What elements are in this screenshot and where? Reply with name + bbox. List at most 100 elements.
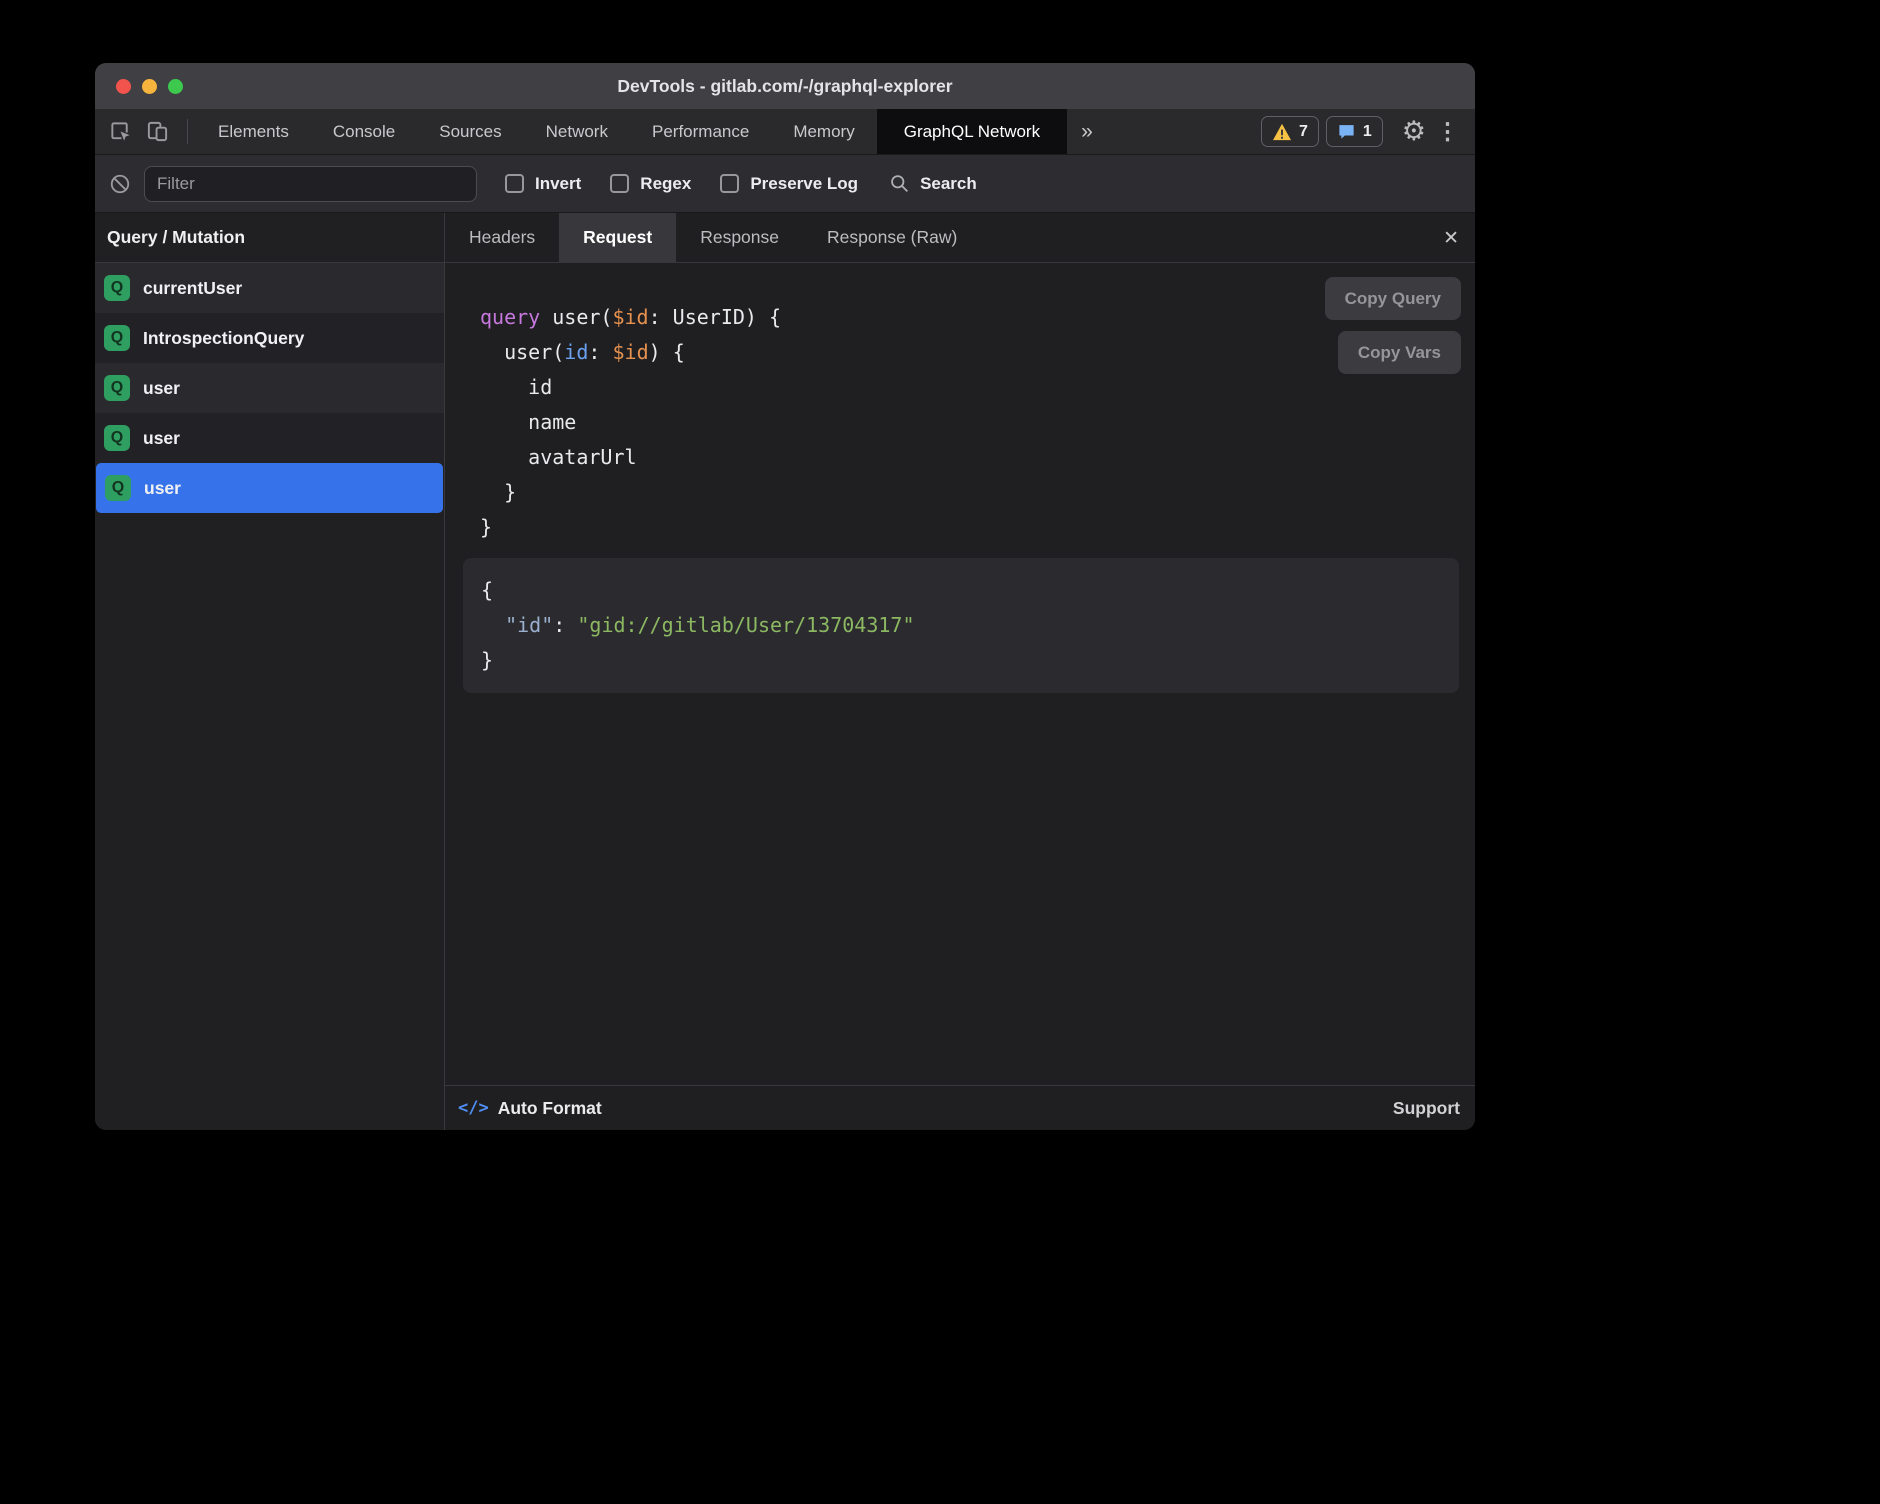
- warnings-badge[interactable]: 7: [1261, 116, 1319, 147]
- device-toolbar-icon[interactable]: [146, 120, 169, 143]
- code-token: :: [553, 613, 577, 637]
- detail-tab-response-raw[interactable]: Response (Raw): [803, 213, 981, 262]
- code-line: "id": "gid://gitlab/User/13704317": [481, 608, 1441, 643]
- query-list-panel: Query / Mutation QcurrentUserQIntrospect…: [95, 213, 445, 1130]
- zoom-window-button[interactable]: [168, 79, 183, 94]
- query-name: user: [144, 478, 181, 499]
- tab-network[interactable]: Network: [524, 109, 630, 154]
- query-list-item[interactable]: Quser: [95, 413, 444, 463]
- detail-tabs: HeadersRequestResponseResponse (Raw): [445, 213, 981, 262]
- code-line: avatarUrl: [480, 440, 781, 475]
- settings-gear-icon[interactable]: ⚙: [1402, 118, 1426, 145]
- checkbox-invert[interactable]: Invert: [505, 174, 581, 194]
- query-type-icon: Q: [104, 275, 130, 301]
- query-list-item[interactable]: QcurrentUser: [95, 263, 444, 313]
- code-token: "gid://gitlab/User/13704317": [577, 613, 914, 637]
- code-token: $id: [612, 340, 648, 364]
- main-split: Query / Mutation QcurrentUserQIntrospect…: [95, 213, 1475, 1130]
- query-name: IntrospectionQuery: [143, 328, 304, 349]
- tab-graphql-network[interactable]: GraphQL Network: [877, 109, 1067, 154]
- auto-format-button[interactable]: </> Auto Format: [458, 1098, 602, 1119]
- tab-console[interactable]: Console: [311, 109, 417, 154]
- issues-badge[interactable]: 1: [1326, 116, 1383, 147]
- support-link[interactable]: Support: [1393, 1098, 1460, 1119]
- code-token: {: [481, 578, 493, 602]
- filter-toolbar: Invert Regex Preserve Log Search: [95, 155, 1475, 213]
- code-token: query: [480, 305, 552, 329]
- checkbox-label: Invert: [535, 174, 581, 194]
- code-line: }: [480, 510, 781, 545]
- code-line: id: [480, 370, 781, 405]
- tabbar-spacer: [1107, 109, 1261, 154]
- message-bubble-icon: [1337, 122, 1356, 141]
- checkbox-preserve-log[interactable]: Preserve Log: [720, 174, 858, 194]
- code-token: id: [480, 375, 552, 399]
- checkbox-box-icon[interactable]: [505, 174, 524, 193]
- filter-input[interactable]: [144, 166, 477, 202]
- tab-sources[interactable]: Sources: [417, 109, 523, 154]
- checkbox-label: Regex: [640, 174, 691, 194]
- query-list-header: Query / Mutation: [95, 213, 444, 263]
- query-list-item[interactable]: Q IntrospectionQuery: [95, 313, 444, 363]
- inspect-element-icon[interactable]: [109, 120, 132, 143]
- code-token: id: [564, 340, 588, 364]
- code-token: }: [480, 480, 516, 504]
- copy-query-button[interactable]: Copy Query: [1325, 277, 1461, 320]
- devtools-tabs: ElementsConsoleSourcesNetworkPerformance…: [196, 109, 1067, 154]
- query-variables-code: { "id": "gid://gitlab/User/13704317"}: [481, 573, 1441, 678]
- checkbox-regex[interactable]: Regex: [610, 174, 691, 194]
- minimize-window-button[interactable]: [142, 79, 157, 94]
- code-line: {: [481, 573, 1441, 608]
- code-token: :: [588, 340, 612, 364]
- traffic-lights: [116, 79, 183, 94]
- code-token: : UserID) {: [649, 305, 781, 329]
- code-icon: </>: [458, 1098, 489, 1118]
- search-label: Search: [920, 174, 977, 194]
- titlebar: DevTools - gitlab.com/-/graphql-explorer: [95, 63, 1475, 109]
- auto-format-label: Auto Format: [498, 1098, 602, 1119]
- query-type-icon: Q: [104, 375, 130, 401]
- checkbox-box-icon[interactable]: [610, 174, 629, 193]
- query-variables-box: { "id": "gid://gitlab/User/13704317"}: [463, 558, 1459, 693]
- more-options-icon[interactable]: ⋮: [1436, 120, 1459, 143]
- query-list: QcurrentUserQIntrospectionQueryQuserQuse…: [95, 263, 444, 513]
- query-type-icon: Q: [104, 425, 130, 451]
- search-icon: [889, 173, 910, 194]
- query-list-item[interactable]: Quser: [96, 463, 443, 513]
- detail-tab-request[interactable]: Request: [559, 213, 676, 262]
- close-icon[interactable]: ✕: [1443, 213, 1459, 263]
- checkbox-label: Preserve Log: [750, 174, 858, 194]
- clear-icon[interactable]: [109, 173, 131, 195]
- query-type-icon: Q: [105, 475, 131, 501]
- code-line: query user($id: UserID) {: [480, 300, 781, 335]
- query-name: currentUser: [143, 278, 242, 299]
- tab-performance[interactable]: Performance: [630, 109, 771, 154]
- code-line: user(id: $id) {: [480, 335, 781, 370]
- checkbox-box-icon[interactable]: [720, 174, 739, 193]
- code-token: }: [481, 648, 493, 672]
- tabbar-icons: [95, 109, 179, 154]
- tab-elements[interactable]: Elements: [196, 109, 311, 154]
- code-token: }: [480, 515, 492, 539]
- code-line: }: [480, 475, 781, 510]
- request-detail-panel: HeadersRequestResponseResponse (Raw) ✕ q…: [445, 213, 1475, 1130]
- close-window-button[interactable]: [116, 79, 131, 94]
- devtools-window: DevTools - gitlab.com/-/graphql-explorer…: [95, 63, 1475, 1130]
- query-name: user: [143, 378, 180, 399]
- search-toggle[interactable]: Search: [889, 173, 977, 194]
- request-content: query user($id: UserID) { user(id: $id) …: [445, 263, 1475, 1085]
- tab-memory[interactable]: Memory: [771, 109, 876, 154]
- copy-vars-button[interactable]: Copy Vars: [1338, 331, 1461, 374]
- query-type-icon: Q: [104, 325, 130, 351]
- detail-tab-headers[interactable]: Headers: [445, 213, 559, 262]
- more-tabs-icon[interactable]: »: [1067, 109, 1107, 154]
- query-list-item[interactable]: Quser: [95, 363, 444, 413]
- code-token: name: [480, 410, 576, 434]
- query-name: user: [143, 428, 180, 449]
- code-line: }: [481, 643, 1441, 678]
- divider: [187, 119, 188, 144]
- code-token: avatarUrl: [480, 445, 637, 469]
- code-line: name: [480, 405, 781, 440]
- detail-tab-response[interactable]: Response: [676, 213, 803, 262]
- code-token: ) {: [649, 340, 685, 364]
